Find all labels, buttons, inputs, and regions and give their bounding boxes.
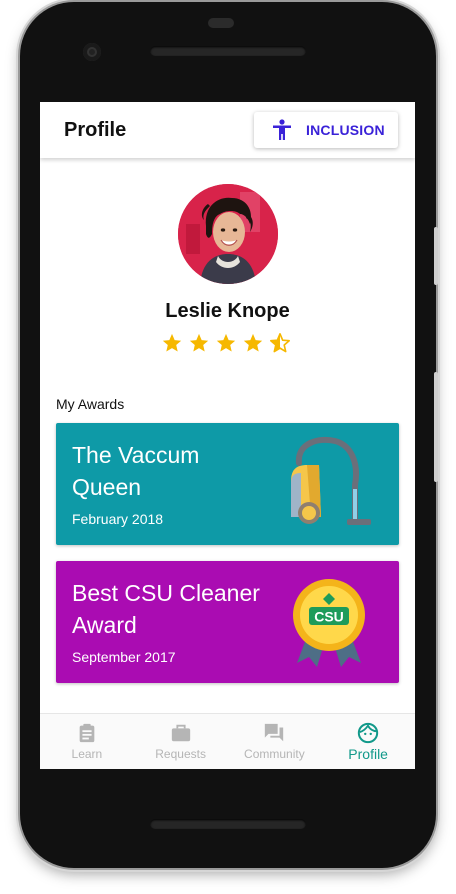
nav-label-requests: Requests bbox=[155, 747, 206, 761]
star-half-icon bbox=[270, 333, 290, 353]
clipboard-icon bbox=[79, 723, 95, 743]
star-rating bbox=[161, 332, 291, 354]
volume-button bbox=[434, 372, 438, 482]
power-button bbox=[434, 227, 438, 285]
star-icon bbox=[162, 333, 182, 352]
award-card[interactable]: Best CSU Cleaner Award September 2017 CS… bbox=[56, 561, 399, 683]
nav-item-community[interactable]: Community bbox=[228, 714, 322, 769]
accessibility-icon bbox=[273, 119, 291, 140]
award-card[interactable]: The Vaccum Queen February 2018 bbox=[56, 423, 399, 545]
award-date: February 2018 bbox=[72, 511, 164, 527]
inclusion-button[interactable]: INCLUSION bbox=[254, 112, 398, 148]
app-bar: Profile INCLUSION bbox=[40, 102, 415, 158]
star-icon bbox=[189, 333, 209, 352]
bottom-speaker bbox=[150, 819, 306, 829]
inclusion-label: INCLUSION bbox=[306, 122, 385, 138]
nav-item-requests[interactable]: Requests bbox=[134, 714, 228, 769]
nav-label-profile: Profile bbox=[348, 746, 388, 762]
front-camera bbox=[83, 43, 101, 61]
avatar[interactable] bbox=[178, 184, 278, 284]
app-screen: Profile INCLUSION Leslie Knope My Awards… bbox=[40, 102, 415, 769]
vacuum-cleaner-icon bbox=[291, 436, 371, 525]
nav-item-profile[interactable]: Profile bbox=[321, 714, 415, 769]
face-icon bbox=[357, 722, 379, 744]
chat-icon bbox=[265, 723, 284, 742]
medal-icon: CSU bbox=[293, 579, 365, 667]
star-icon bbox=[216, 333, 236, 352]
awards-section-label: My Awards bbox=[56, 396, 125, 412]
star-icon bbox=[243, 333, 263, 352]
page-title: Profile bbox=[64, 119, 127, 141]
award-title: The Vaccum Queen bbox=[72, 442, 200, 500]
top-speaker bbox=[150, 46, 306, 56]
nav-label-learn: Learn bbox=[71, 747, 103, 761]
bottom-navigation: Learn Requests Community Profile bbox=[40, 713, 415, 769]
medal-badge-text: CSU bbox=[314, 609, 344, 625]
earpiece bbox=[208, 18, 234, 28]
briefcase-icon bbox=[171, 724, 190, 742]
nav-label-community: Community bbox=[244, 747, 305, 761]
user-name: Leslie Knope bbox=[165, 300, 290, 322]
award-date: September 2017 bbox=[72, 649, 176, 665]
nav-item-learn[interactable]: Learn bbox=[40, 714, 134, 769]
award-title: Best CSU Cleaner Award bbox=[72, 580, 260, 638]
